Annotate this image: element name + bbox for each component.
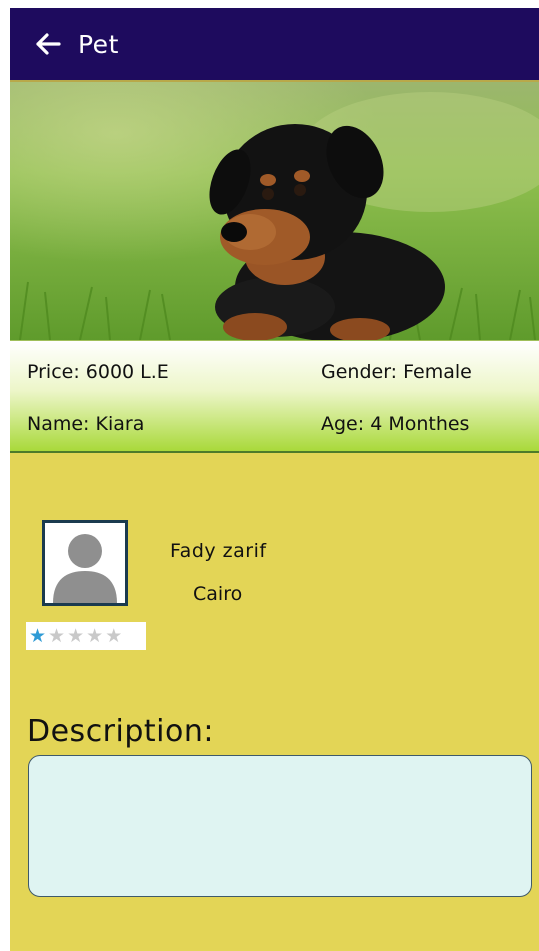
description-label: Description: <box>27 714 214 749</box>
star-icon-empty[interactable]: ★ <box>105 626 122 646</box>
star-icon-empty[interactable]: ★ <box>86 626 103 646</box>
pet-age: Age: 4 Monthes <box>321 413 470 435</box>
star-icon-empty[interactable]: ★ <box>48 626 65 646</box>
pet-gender: Gender: Female <box>321 361 472 383</box>
pet-photo <box>10 82 539 340</box>
arrow-left-icon <box>36 33 61 55</box>
app-screen: Pet Price: 6000 L.E Gender: Female Name:… <box>10 8 539 951</box>
pet-price: Price: 6000 L.E <box>27 361 169 383</box>
owner-city: Cairo <box>193 583 243 605</box>
owner-rating[interactable]: ★ ★ ★ ★ ★ <box>26 622 146 650</box>
user-avatar-icon <box>45 523 125 603</box>
owner-name[interactable]: Fady zarif <box>170 540 267 562</box>
pet-info-panel: Price: 6000 L.E Gender: Female Name: Kia… <box>10 340 539 453</box>
star-icon-filled[interactable]: ★ <box>29 626 46 646</box>
star-icon-empty[interactable]: ★ <box>67 626 84 646</box>
back-button[interactable] <box>28 24 68 64</box>
page-title: Pet <box>78 29 119 59</box>
description-field[interactable] <box>28 755 532 897</box>
pet-name: Name: Kiara <box>27 413 145 435</box>
app-bar: Pet <box>10 8 539 82</box>
owner-avatar[interactable] <box>42 520 128 606</box>
